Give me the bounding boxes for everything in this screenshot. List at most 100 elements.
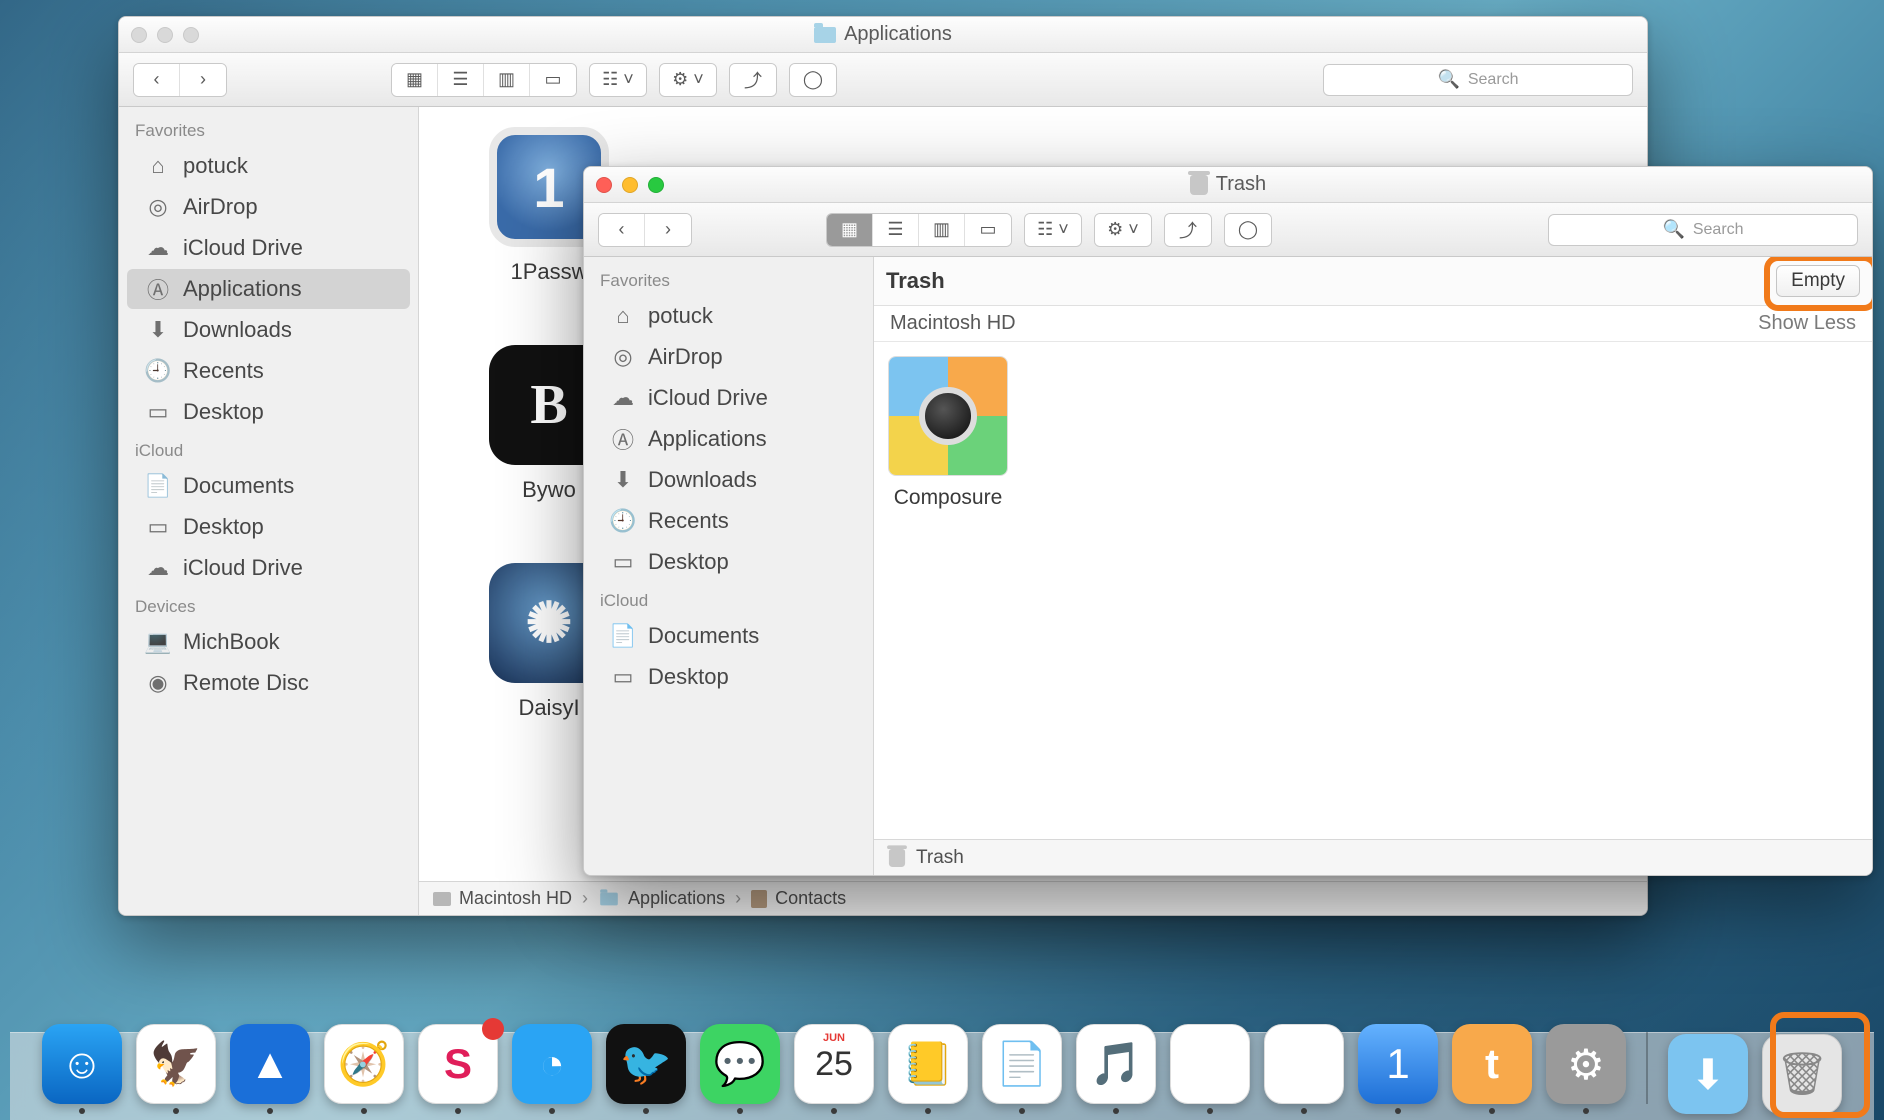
view-group: ▦ ☰ ▥ ▭: [391, 63, 577, 97]
minimize-button[interactable]: [622, 177, 638, 193]
sidebar-item-downloads[interactable]: ⬇Downloads: [592, 460, 865, 500]
tags-button[interactable]: ◯: [1225, 214, 1271, 246]
gallery-view-button[interactable]: ▭: [965, 214, 1011, 246]
dock-telegram[interactable]: ▲: [230, 1024, 310, 1114]
column-view-button[interactable]: ▥: [484, 64, 530, 96]
apps-icon: Ⓐ: [610, 426, 636, 452]
arrange-button[interactable]: ☷ ˅: [590, 64, 646, 96]
show-less-link[interactable]: Show Less: [1758, 312, 1856, 335]
nav-group: ‹ ›: [133, 63, 227, 97]
sidebar-item-applications[interactable]: ⒶApplications: [592, 419, 865, 459]
dock-notes[interactable]: 📒: [888, 1024, 968, 1114]
sidebar-item-airdrop[interactable]: ◎AirDrop: [127, 187, 410, 227]
running-indicator: [925, 1108, 931, 1114]
search-field[interactable]: 🔍 Search: [1548, 214, 1858, 246]
list-view-button[interactable]: ☰: [873, 214, 919, 246]
tags-button[interactable]: ◯: [790, 64, 836, 96]
list-view-button[interactable]: ☰: [438, 64, 484, 96]
path-seg-contacts[interactable]: Contacts: [751, 888, 846, 909]
sidebar-item-applications[interactable]: ⒶApplications: [127, 269, 410, 309]
sidebar-item-recents[interactable]: 🕘Recents: [592, 501, 865, 541]
forward-button[interactable]: ›: [645, 214, 691, 246]
home-icon: ⌂: [145, 153, 171, 179]
dock-safari[interactable]: 🧭: [324, 1024, 404, 1114]
sidebar-item-documents[interactable]: 📄Documents: [127, 466, 410, 506]
close-button[interactable]: [596, 177, 612, 193]
dock-music[interactable]: 🎵: [1076, 1024, 1156, 1114]
dock-photos[interactable]: ✿: [1170, 1024, 1250, 1114]
back-button[interactable]: ‹: [134, 64, 180, 96]
window-controls[interactable]: [131, 27, 199, 43]
icon-view-button[interactable]: ▦: [392, 64, 438, 96]
sidebar-item-michbook[interactable]: 💻MichBook: [127, 622, 410, 662]
minimize-button[interactable]: [157, 27, 173, 43]
sidebar-item-downloads[interactable]: ⬇Downloads: [127, 310, 410, 350]
forward-button[interactable]: ›: [180, 64, 226, 96]
arrange-button[interactable]: ☷ ˅: [1025, 214, 1081, 246]
dock-mail[interactable]: 🦅: [136, 1024, 216, 1114]
back-button[interactable]: ‹: [599, 214, 645, 246]
path-bar[interactable]: Macintosh HD › Applications › Contacts: [419, 881, 1647, 915]
dock-1password[interactable]: 1: [1358, 1024, 1438, 1114]
path-bar[interactable]: Trash: [874, 839, 1872, 875]
content-area[interactable]: Trash Empty Macintosh HD Show Less Compo…: [874, 257, 1872, 875]
trash-header: Trash Empty: [874, 257, 1872, 306]
close-button[interactable]: [131, 27, 147, 43]
sidebar-item-icloud-drive[interactable]: ☁iCloud Drive: [592, 378, 865, 418]
dock-messages[interactable]: 💬: [700, 1024, 780, 1114]
sidebar-item-desktop[interactable]: ▭Desktop: [592, 542, 865, 582]
dock-trash[interactable]: 🗑: [1762, 1034, 1842, 1114]
titlebar[interactable]: Trash: [584, 167, 1872, 203]
dock-calendar[interactable]: JUN25: [794, 1024, 874, 1114]
sidebar-item-remote-disc[interactable]: ◉Remote Disc: [127, 663, 410, 703]
finder-window-trash[interactable]: Trash ‹ › ▦ ☰ ▥ ▭ ☷ ˅ ⚙ ˅ ⤴ ◯ 🔍 Search F…: [583, 166, 1873, 876]
search-field[interactable]: 🔍 Search: [1323, 64, 1633, 96]
dock-finder[interactable]: ☺: [42, 1024, 122, 1114]
empty-trash-button[interactable]: Empty: [1776, 265, 1860, 297]
sidebar-item-desktop-icloud[interactable]: ▭Desktop: [127, 507, 410, 547]
running-indicator: [1583, 1108, 1589, 1114]
sidebar-item-label: MichBook: [183, 629, 280, 655]
dock-slack[interactable]: S: [418, 1024, 498, 1114]
dock-t-app[interactable]: t: [1452, 1024, 1532, 1114]
sidebar-item-recents[interactable]: 🕘Recents: [127, 351, 410, 391]
action-button[interactable]: ⚙ ˅: [1095, 214, 1151, 246]
zoom-button[interactable]: [648, 177, 664, 193]
dock-textedit[interactable]: 📄: [982, 1024, 1062, 1114]
running-indicator: [1113, 1108, 1119, 1114]
share-button[interactable]: ⤴: [730, 64, 776, 96]
sidebar-item-icloud-drive[interactable]: ☁iCloud Drive: [127, 228, 410, 268]
sidebar-item-potuck[interactable]: ⌂potuck: [127, 146, 410, 186]
finder-icon: ☺: [42, 1024, 122, 1104]
titlebar[interactable]: Applications: [119, 17, 1647, 53]
dock-tweetbot[interactable]: ◔: [512, 1024, 592, 1114]
sidebar-item-desktop-icloud[interactable]: ▭Desktop: [592, 657, 865, 697]
apps-icon: Ⓐ: [145, 276, 171, 302]
dock-screenshot[interactable]: ✂: [1264, 1024, 1344, 1114]
column-view-button[interactable]: ▥: [919, 214, 965, 246]
dock[interactable]: ☺ 🦅 ▲ 🧭 S ◔ 🐦 💬 JUN25 📒 📄 🎵 ✿ ✂ 1 t ⚙ ⬇ …: [0, 1018, 1884, 1120]
sidebar-item-potuck[interactable]: ⌂potuck: [592, 296, 865, 336]
trash-item-composure[interactable]: Composure: [888, 356, 1008, 510]
path-seg-apps[interactable]: Applications: [598, 888, 725, 909]
action-button[interactable]: ⚙ ˅: [660, 64, 716, 96]
dock-preferences[interactable]: ⚙: [1546, 1024, 1626, 1114]
path-seg-hd[interactable]: Macintosh HD: [433, 888, 572, 909]
trash-heading: Trash: [886, 268, 945, 294]
sidebar-item-desktop[interactable]: ▭Desktop: [127, 392, 410, 432]
icon-view-button[interactable]: ▦: [827, 214, 873, 246]
dock-downloads[interactable]: ⬇: [1668, 1034, 1748, 1114]
downloads-icon: ⬇: [1668, 1034, 1748, 1114]
view-group: ▦ ☰ ▥ ▭: [826, 213, 1012, 247]
zoom-button[interactable]: [183, 27, 199, 43]
sidebar-item-icloud-drive-2[interactable]: ☁iCloud Drive: [127, 548, 410, 588]
mail-icon: 🦅: [136, 1024, 216, 1104]
dock-twitter[interactable]: 🐦: [606, 1024, 686, 1114]
running-indicator: [737, 1108, 743, 1114]
share-button[interactable]: ⤴: [1165, 214, 1211, 246]
window-controls[interactable]: [596, 177, 664, 193]
sidebar-item-airdrop[interactable]: ◎AirDrop: [592, 337, 865, 377]
sidebar-item-documents[interactable]: 📄Documents: [592, 616, 865, 656]
gallery-view-button[interactable]: ▭: [530, 64, 576, 96]
hdd-icon: [433, 892, 451, 906]
